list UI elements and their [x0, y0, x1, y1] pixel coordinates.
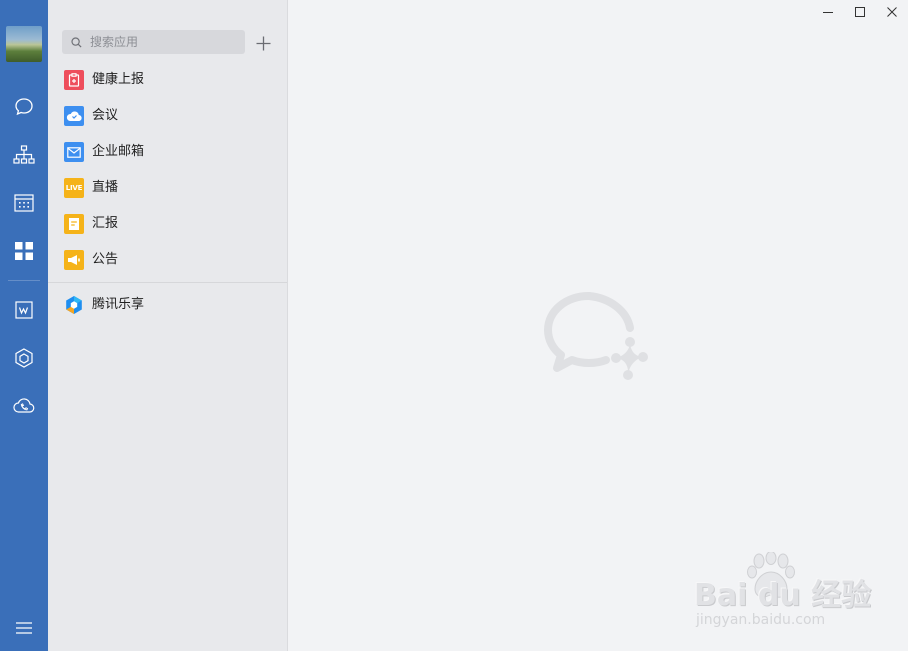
calendar-icon[interactable] [9, 188, 39, 218]
app-item-report[interactable]: 汇报 [48, 206, 287, 242]
app-label: 直播 [92, 180, 119, 195]
avatar[interactable] [6, 26, 42, 62]
app-item-live[interactable]: LIVE 直播 [48, 170, 287, 206]
app-label: 汇报 [92, 216, 119, 231]
watermark-url: jingyan.baidu.com [696, 612, 826, 628]
rail-divider [8, 280, 40, 281]
app-item-health-report[interactable]: 健康上报 [48, 62, 287, 98]
watermark-title: Bai du 经验 [694, 578, 872, 613]
health-report-icon [64, 70, 84, 90]
search-icon [71, 36, 82, 48]
app-label: 企业邮箱 [92, 144, 145, 159]
announcement-icon [64, 250, 84, 270]
search-input[interactable] [90, 35, 240, 49]
docs-icon[interactable] [9, 295, 39, 325]
minimize-button[interactable] [817, 2, 839, 22]
maximize-button[interactable] [849, 2, 871, 22]
live-icon: LIVE [64, 178, 84, 198]
menu-icon[interactable] [9, 613, 39, 643]
app-item-tencent-lexiang[interactable]: 腾讯乐享 [48, 287, 287, 323]
meeting-cloud-icon [64, 106, 84, 126]
search-box[interactable] [62, 30, 245, 54]
app-item-announcement[interactable]: 公告 [48, 242, 287, 278]
maximize-icon [855, 7, 865, 17]
app-item-meeting[interactable]: 会议 [48, 98, 287, 134]
tencent-lexiang-icon [64, 295, 84, 315]
cloud-phone-icon[interactable] [9, 391, 39, 421]
app-label: 腾讯乐享 [92, 297, 145, 312]
minimize-icon [823, 12, 833, 13]
org-chart-icon[interactable] [9, 140, 39, 170]
report-doc-icon [64, 214, 84, 234]
app-label: 公告 [92, 252, 119, 267]
wecom-logo-icon [542, 290, 658, 398]
mail-icon [64, 142, 84, 162]
chat-icon[interactable] [9, 92, 39, 122]
plus-icon [256, 36, 270, 50]
close-icon [887, 7, 897, 17]
workbench-icon[interactable] [9, 236, 39, 266]
close-button[interactable] [881, 2, 903, 22]
baidu-jingyan-watermark: Bai du 经验 jingyan.baidu.com [694, 552, 871, 634]
app-label: 会议 [92, 108, 119, 123]
add-app-button[interactable] [252, 32, 274, 54]
apps-panel: 健康上报 会议 企业邮箱 LIVE 直播 [48, 0, 288, 651]
app-item-mail[interactable]: 企业邮箱 [48, 134, 287, 170]
list-divider [48, 282, 287, 283]
hexagon-app-icon[interactable] [9, 343, 39, 373]
left-nav-rail [0, 0, 48, 651]
app-label: 健康上报 [92, 72, 145, 87]
